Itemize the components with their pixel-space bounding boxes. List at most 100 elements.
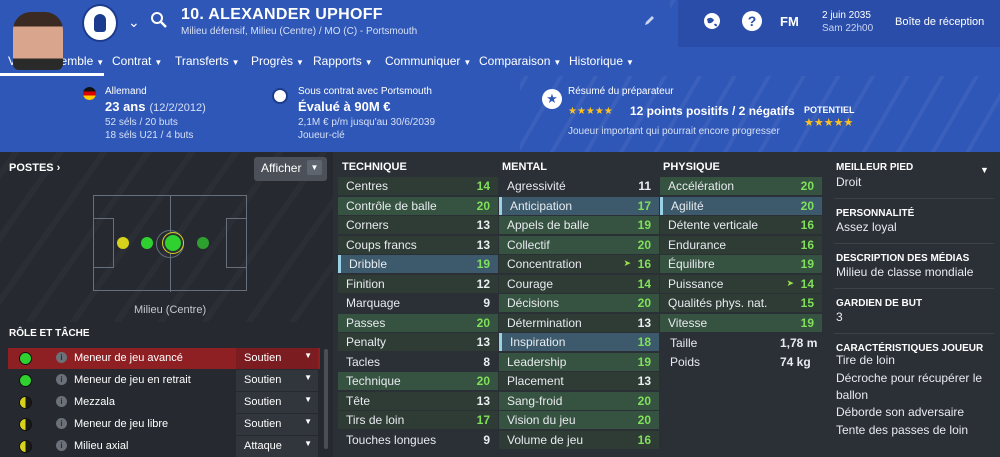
tab-communicate[interactable]: Communiquer ▼: [385, 54, 471, 68]
position-dot-dm[interactable]: [117, 237, 129, 249]
positions-title[interactable]: POSTES ›: [9, 162, 60, 174]
attribute-row[interactable]: Anticipation 17: [499, 196, 659, 215]
tab-contract[interactable]: Contrat ▼: [112, 54, 162, 68]
attribute-row[interactable]: Centres 14: [338, 177, 498, 195]
tab-history[interactable]: Historique ▼: [569, 54, 634, 68]
duty-dropdown[interactable]: Soutien ▼: [236, 414, 318, 435]
duty-dropdown[interactable]: Attaque ▼: [236, 436, 318, 457]
position-dot-mc-selected[interactable]: [165, 235, 181, 251]
info-icon[interactable]: i: [56, 396, 67, 407]
goalkeeper-title: GARDIEN DE BUT: [836, 298, 923, 309]
attribute-row[interactable]: Concentration ➤ 16: [499, 255, 659, 273]
tab-progress[interactable]: Progrès ▼: [251, 54, 304, 68]
attribute-row[interactable]: Placement 13: [499, 372, 659, 390]
attribute-row[interactable]: Qualités phys. nat. 15: [660, 294, 822, 312]
attribute-value: 13: [476, 218, 490, 232]
position-dot-mc[interactable]: [141, 237, 153, 249]
attribute-row[interactable]: Tacles 8: [338, 353, 498, 371]
search-icon[interactable]: [150, 11, 168, 29]
attribute-value: 20: [476, 374, 490, 388]
attribute-row[interactable]: Agilité 20: [660, 196, 822, 215]
role-row[interactable]: i Meneur de jeu avancé Soutien ▼: [8, 348, 320, 369]
info-icon[interactable]: i: [56, 374, 67, 385]
attribute-row[interactable]: Sang-froid 20: [499, 391, 659, 410]
attribute-row[interactable]: Marquage 9: [338, 294, 498, 312]
chevron-down-icon: ▼: [96, 58, 105, 67]
help-icon[interactable]: ?: [742, 11, 762, 31]
attribute-name: Agilité: [671, 198, 704, 213]
attribute-row[interactable]: Vitesse 19: [660, 313, 822, 332]
attribute-row[interactable]: Corners 13: [338, 216, 498, 234]
attribute-row[interactable]: Leadership 19: [499, 352, 659, 371]
duty-dropdown[interactable]: Soutien ▼: [236, 348, 318, 369]
attribute-row[interactable]: Contrôle de balle 20: [338, 196, 498, 215]
role-row[interactable]: i Milieu axial Attaque ▼: [8, 436, 320, 457]
chevron-down-icon[interactable]: ⌄: [128, 14, 140, 31]
attribute-row[interactable]: Penalty 13: [338, 333, 498, 351]
attribute-row[interactable]: Accélération 20: [660, 177, 822, 195]
attribute-row[interactable]: Dribble 19: [338, 255, 498, 273]
attribute-name: Leadership: [507, 354, 567, 369]
info-icon[interactable]: i: [56, 440, 67, 451]
attribute-row[interactable]: Collectif 20: [499, 235, 659, 254]
attribute-row[interactable]: Décisions 20: [499, 294, 659, 312]
fm-logo[interactable]: FM: [780, 14, 799, 29]
attribute-row[interactable]: Agressivité 11: [499, 177, 659, 195]
attribute-row[interactable]: Appels de balle 19: [499, 216, 659, 234]
role-row[interactable]: i Mezzala Soutien ▼: [8, 392, 320, 413]
attribute-row[interactable]: Coups francs 13: [338, 235, 498, 254]
attribute-value: 16: [800, 237, 814, 252]
position-dot-amc[interactable]: [197, 237, 209, 249]
attribute-name: Puissance: [668, 276, 724, 291]
chevron-down-icon: ▼: [307, 160, 322, 175]
info-icon[interactable]: i: [56, 418, 67, 429]
attribute-row[interactable]: Tête 13: [338, 391, 498, 410]
edit-pencil-icon[interactable]: [644, 14, 656, 26]
tab-reports[interactable]: Rapports ▼: [313, 54, 373, 68]
tab-comparison[interactable]: Comparaison ▼: [479, 54, 561, 68]
attribute-value: 11: [638, 179, 651, 193]
role-row[interactable]: i Meneur de jeu en retrait Soutien ▼: [8, 370, 320, 391]
right-penalty-box: [226, 218, 246, 268]
attribute-row[interactable]: Tirs de loin 17: [338, 411, 498, 429]
attribute-row[interactable]: Finition 12: [338, 274, 498, 293]
attribute-row[interactable]: Détermination 13: [499, 313, 659, 332]
attribute-row[interactable]: Inspiration 18: [499, 333, 659, 351]
inbox-button[interactable]: Boîte de réception: [895, 16, 984, 28]
globe-icon[interactable]: [702, 11, 722, 31]
info-icon[interactable]: i: [56, 352, 67, 363]
player-trait: Tire de loin: [836, 353, 895, 367]
club-crest-icon[interactable]: [82, 4, 118, 42]
roles-scrollbar[interactable]: [324, 349, 328, 449]
player-avatar: [13, 12, 63, 70]
coach-summary[interactable]: 12 points positifs / 2 négatifs: [630, 104, 795, 118]
attribute-row[interactable]: Vision du jeu 20: [499, 411, 659, 429]
role-duty-title: RÔLE ET TÂCHE: [9, 328, 90, 339]
attribute-row[interactable]: Endurance 16: [660, 235, 822, 254]
attribute-row[interactable]: Courage 14: [499, 274, 659, 293]
duty-dropdown[interactable]: Soutien ▼: [236, 392, 318, 413]
chevron-down-icon: ▼: [364, 58, 373, 67]
tab-transfers[interactable]: Transferts ▼: [175, 54, 240, 68]
chevron-down-icon: ▼: [296, 58, 304, 67]
attribute-row[interactable]: Équilibre 19: [660, 255, 822, 273]
duty-dropdown[interactable]: Soutien ▼: [236, 370, 318, 391]
attribute-value: 16: [637, 432, 651, 447]
attribute-row[interactable]: Détente verticale 16: [660, 216, 822, 234]
show-dropdown[interactable]: Afficher ▼: [254, 157, 327, 181]
attribute-row[interactable]: Touches longues 9: [338, 431, 498, 449]
chevron-down-icon: ▼: [304, 395, 312, 404]
chevron-down-icon: ▼: [463, 58, 472, 67]
attribute-value: 13: [637, 315, 651, 330]
attribute-name: Décisions: [507, 296, 560, 310]
germany-flag-icon: [83, 87, 96, 100]
attribute-row[interactable]: Technique 20: [338, 372, 498, 390]
position-caption: Milieu (Centre): [134, 304, 207, 316]
physique-title: PHYSIQUE: [663, 161, 720, 173]
attribute-row[interactable]: Passes 20: [338, 313, 498, 332]
role-row[interactable]: i Meneur de jeu libre Soutien ▼: [8, 414, 320, 435]
tab-label: Progrès: [251, 54, 294, 68]
attribute-row[interactable]: Volume de jeu 16: [499, 430, 659, 449]
attribute-row[interactable]: Puissance ➤ 14: [660, 274, 822, 293]
role-name: Meneur de jeu en retrait: [74, 374, 191, 386]
